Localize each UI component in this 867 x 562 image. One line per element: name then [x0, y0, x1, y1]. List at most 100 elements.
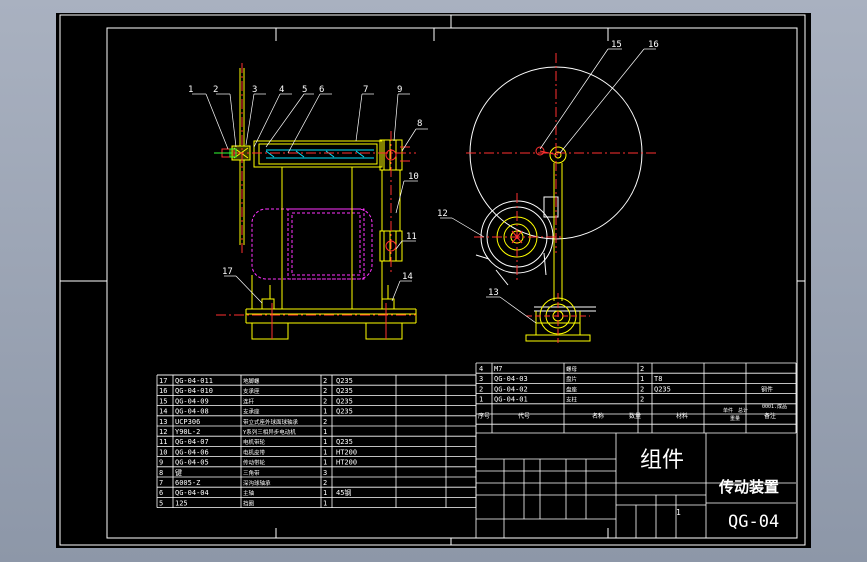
- bom-cell-name: 主轴: [243, 489, 255, 497]
- bom-cell-mat: Q235: [336, 408, 353, 416]
- bom-cell-name: 支承座: [243, 408, 260, 416]
- bom-cell-name: 盘座: [566, 385, 578, 393]
- bom-cell-code: 键: [175, 468, 182, 477]
- bom-cell-no: 1: [479, 396, 483, 404]
- bom-cell-qty: 3: [323, 469, 327, 477]
- bom-cell-no: 8: [159, 469, 163, 477]
- bom-cell-qty: 2: [640, 396, 644, 404]
- bom-cell-no: 6: [159, 489, 163, 497]
- balloon-label: 5: [302, 85, 307, 95]
- bom-cell-code: 125: [175, 499, 188, 507]
- bom-cell-name: 挡圈: [243, 499, 255, 507]
- drawing-title: 传动装置: [718, 478, 779, 496]
- cad-viewport[interactable]: 1 2 3 4 5 6 7 9 8 10 11 14 17 15 16 12 13 17 QG-04-011 地脚螺…: [0, 0, 867, 562]
- bom-cell-mat: 45钢: [336, 488, 351, 497]
- side-view: [192, 63, 428, 340]
- balloon-label: 7: [363, 85, 368, 95]
- bom-left-table: 17 QG-04-011 地脚螺 2 Q23516 QG-04-010 支承座 2 Q23515…: [156, 374, 477, 509]
- bom-header-name: 名称: [592, 412, 604, 420]
- bom-cell-no: 13: [159, 418, 167, 426]
- bom-cell-no: 2: [479, 385, 483, 393]
- bom-cell-code: QG-04-02: [494, 385, 528, 393]
- bom-cell-mat: Q235: [336, 387, 353, 395]
- bom-header-total: 总计: [738, 407, 748, 414]
- bom-cell-code: QG-04-011: [175, 377, 213, 385]
- bom-cell-code: QG-04-08: [175, 408, 209, 416]
- bom-cell-mat: Q235: [336, 377, 353, 385]
- bom-header-unit: 单件: [723, 407, 733, 414]
- bom-cell-qty: 2: [323, 387, 327, 395]
- drawing-canvas[interactable]: 1 2 3 4 5 6 7 981011141715 161213 17 QG-04-011 地脚螺…: [56, 13, 811, 548]
- bom-cell-code: QG-04-01: [494, 396, 528, 404]
- shaft-assembly: [231, 68, 417, 340]
- bom-cell-code: QG-04-09: [175, 397, 209, 405]
- balloon-label: 10: [408, 172, 419, 182]
- title-block-text: 组件 传动装置 QG-04 1: [640, 448, 779, 532]
- sheet-number: 1: [676, 508, 681, 517]
- bom-cell-no: 12: [159, 428, 167, 436]
- bom-header-no: 序号: [478, 412, 490, 420]
- bom-cell-no: 15: [159, 397, 167, 405]
- bom-right-table: 4 M7 螺母 2 3 QG-04-03 盘片 1 T8 2 QG-04-02 盘座 2 Q235 1 QG-…: [475, 362, 797, 433]
- bom-cell-no: 9: [159, 459, 163, 467]
- balloon-label: 16: [648, 40, 659, 50]
- bom-cell-mat: HT200: [336, 459, 357, 467]
- bom-cell-code: QG-04-03: [494, 375, 528, 383]
- bom-cell-qty: 2: [323, 397, 327, 405]
- bom-cell-mat: T8: [654, 375, 662, 383]
- bom-note: 钢件: [761, 385, 773, 393]
- bom-cell-qty: 1: [323, 438, 327, 446]
- balloon-label: 4: [279, 85, 284, 95]
- bom-header-mat: 材料: [676, 412, 688, 420]
- bom-cell-no: 17: [159, 377, 167, 385]
- bom-cell-name: 连杆: [243, 397, 255, 405]
- bom-cell-mat: Q235: [336, 438, 353, 446]
- bom-header-weight: 重量: [730, 415, 740, 422]
- bom-cell-qty: 1: [323, 499, 327, 507]
- bom-cell-code: QG-04-07: [175, 438, 209, 446]
- bom-cell-qty: 1: [323, 448, 327, 456]
- sheet-frame: [59, 14, 806, 546]
- balloon-label: 11: [406, 232, 417, 242]
- bom-cell-name: 深沟球轴承: [243, 479, 271, 487]
- bom-cell-code: M7: [494, 365, 502, 373]
- bom-cell-name: 带立式座外球面球轴承: [243, 418, 299, 426]
- balloon-label: 2: [213, 85, 218, 95]
- balloon-label: 12: [437, 209, 448, 219]
- bom-note: 0001.成品: [762, 403, 787, 410]
- bom-cell-qty: 1: [323, 459, 327, 467]
- balloon-label: 17: [222, 267, 233, 277]
- balloon-label: 8: [417, 119, 422, 129]
- drawing-sheet: 1 2 3 4 5 6 7 9 8 10 11 14 17 15 16 12 13 17 QG-04-011 地脚螺…: [56, 13, 811, 548]
- bom-cell-qty: 1: [640, 375, 644, 383]
- bom-header-code: 代号: [518, 412, 530, 420]
- balloon-label: 15: [611, 40, 622, 50]
- balloon-label: 1: [188, 85, 193, 95]
- bom-cell-code: UCP306: [175, 418, 200, 426]
- balloon-label: 13: [488, 288, 499, 298]
- motor-outline: [251, 208, 373, 280]
- bom-cell-code: QG-04-06: [175, 448, 209, 456]
- balloon-label: 14: [402, 272, 413, 282]
- bom-cell-qty: 2: [323, 479, 327, 487]
- bom-cell-name: Y系列三相异步电动机: [243, 428, 296, 436]
- bom-cell-name: 支柱: [566, 396, 578, 404]
- bom-cell-no: 11: [159, 438, 167, 446]
- bom-cell-qty: 2: [323, 377, 327, 385]
- bom-cell-name: 电机带轮: [243, 438, 266, 446]
- bom-cell-no: 4: [479, 365, 483, 373]
- bom-cell-code: QG-04-04: [175, 489, 209, 497]
- bom-cell-qty: 1: [323, 428, 327, 436]
- bom-cell-code: 6005-Z: [175, 479, 200, 487]
- bom-cell-no: 5: [159, 499, 163, 507]
- bom-cell-no: 10: [159, 448, 167, 456]
- shaft-hatch: [265, 149, 374, 159]
- leader-lines-front: [440, 48, 656, 324]
- bom-cell-name: 地脚螺: [243, 377, 260, 385]
- bom-cell-name: 支承座: [243, 387, 260, 395]
- bom-cell-no: 16: [159, 387, 167, 395]
- bom-cell-qty: 2: [323, 418, 327, 426]
- drawing-number: QG-04: [728, 512, 779, 532]
- bom-cell-code: QG-04-010: [175, 387, 213, 395]
- bom-cell-no: 14: [159, 408, 167, 416]
